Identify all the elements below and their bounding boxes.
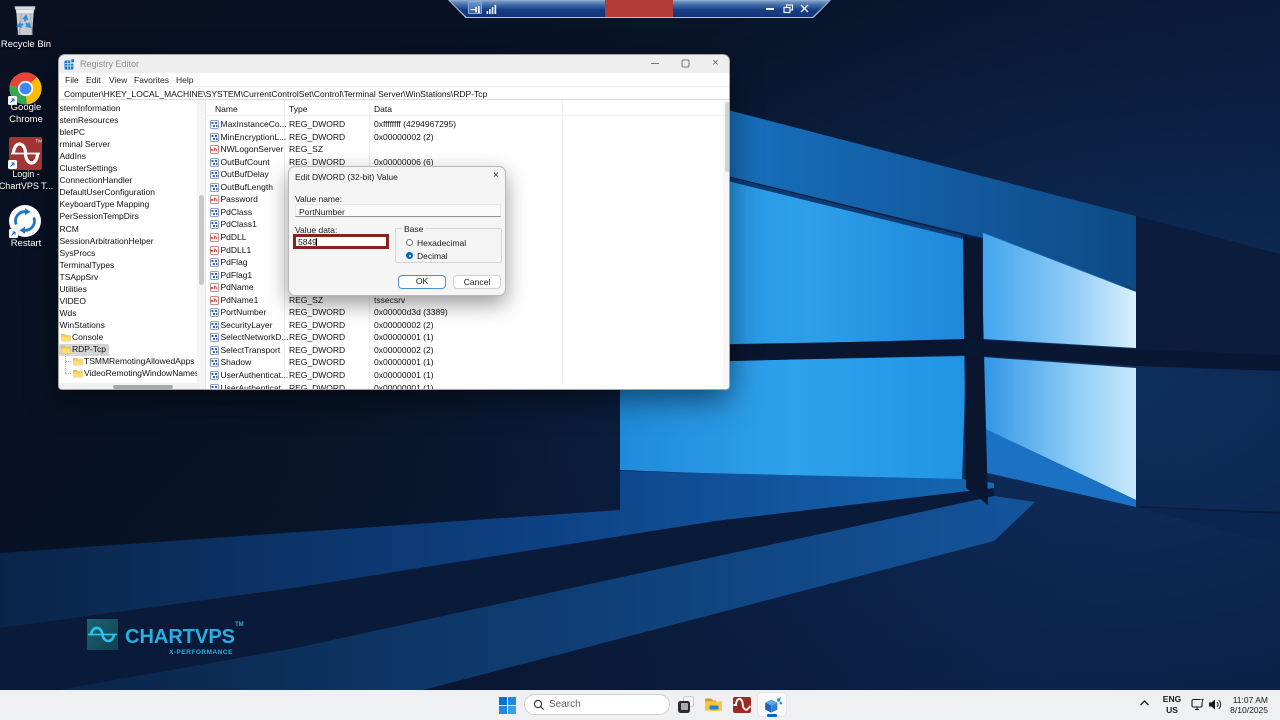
svg-text:TM: TM (36, 139, 43, 144)
